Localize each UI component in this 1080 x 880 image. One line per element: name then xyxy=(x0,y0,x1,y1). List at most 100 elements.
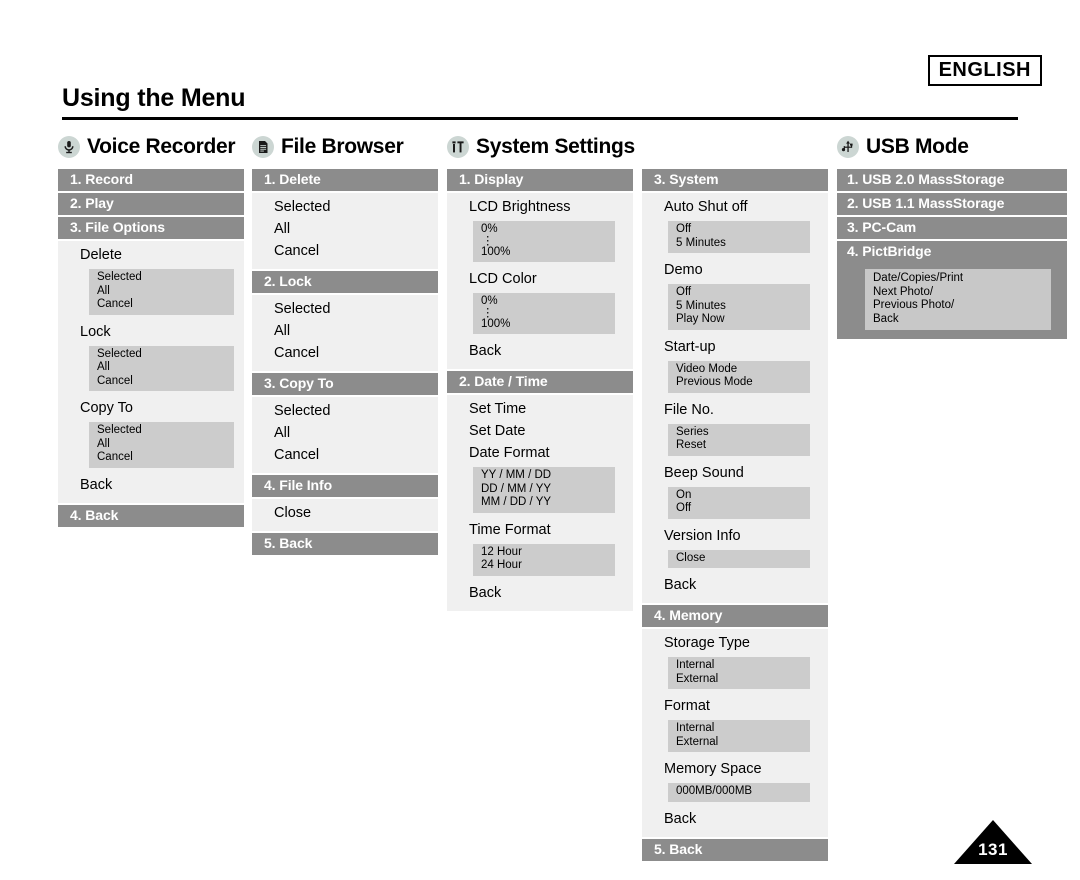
sub-option[interactable]: Selected xyxy=(89,348,234,362)
sub-option[interactable]: MM / DD / YY xyxy=(473,496,615,510)
sub-option[interactable]: Cancel xyxy=(89,451,234,465)
menu-option[interactable]: Back xyxy=(447,583,633,605)
sub-option[interactable]: Cancel xyxy=(89,298,234,312)
menu-section: 3. PC-Cam xyxy=(837,217,1067,241)
section-header[interactable]: 1. Delete xyxy=(252,169,438,193)
sub-option[interactable]: 5 Minutes xyxy=(668,237,810,251)
sub-option[interactable]: 24 Hour xyxy=(473,559,615,573)
menu-option[interactable]: Start-up xyxy=(642,337,828,359)
sub-option[interactable]: 100% xyxy=(473,318,615,332)
menu-option[interactable]: Back xyxy=(58,475,244,497)
menu-option[interactable]: Back xyxy=(447,341,633,363)
sub-option-box: Off 5 Minutes xyxy=(668,221,810,253)
section-body: Delete Selected All Cancel Lock Selected… xyxy=(58,241,244,505)
section-header[interactable]: 5. Back xyxy=(252,533,438,557)
section-header[interactable]: 3. System xyxy=(642,169,828,193)
sub-option[interactable]: Reset xyxy=(668,439,810,453)
menu-option[interactable]: Set Time xyxy=(447,399,633,421)
section-header[interactable]: 2. Play xyxy=(58,193,244,217)
sub-option-box: On Off xyxy=(668,486,810,519)
menu-option[interactable]: Delete xyxy=(58,245,244,267)
microphone-icon xyxy=(58,136,80,158)
section-header[interactable]: 4. PictBridge xyxy=(837,241,1067,263)
menu-option[interactable]: Cancel xyxy=(252,445,438,467)
menu-option[interactable]: All xyxy=(252,321,438,343)
menu-option[interactable]: Lock xyxy=(58,322,244,344)
menu-option[interactable]: Selected xyxy=(252,197,438,219)
sub-option[interactable]: Internal xyxy=(668,722,810,736)
sub-option[interactable]: Next Photo/ xyxy=(865,286,1051,300)
sub-option[interactable]: Date/Copies/Print xyxy=(865,272,1051,286)
menu-option[interactable]: LCD Brightness xyxy=(447,197,633,219)
section-header[interactable]: 3. PC-Cam xyxy=(837,217,1067,241)
sub-option[interactable]: All xyxy=(89,361,234,375)
sub-option[interactable]: YY / MM / DD xyxy=(473,469,615,483)
sub-option[interactable]: External xyxy=(668,736,810,750)
sub-option[interactable]: 0% xyxy=(473,295,615,309)
menu-option[interactable]: Selected xyxy=(252,401,438,423)
menu-option[interactable]: Set Date xyxy=(447,421,633,443)
sub-option-box: Selected All Cancel xyxy=(89,422,234,468)
menu-option[interactable]: Close xyxy=(252,503,438,525)
sub-option[interactable]: 0% xyxy=(473,223,615,237)
sub-option-ellipsis: ⋮ xyxy=(482,306,494,319)
sub-option[interactable]: 000MB/000MB xyxy=(668,785,810,799)
section-header[interactable]: 1. Display xyxy=(447,169,633,193)
section-header[interactable]: 4. Back xyxy=(58,504,244,529)
section-header[interactable]: 4. File Info xyxy=(252,475,438,499)
sub-option[interactable]: Play Now xyxy=(668,313,810,327)
sub-option[interactable]: All xyxy=(89,438,234,452)
menu-option[interactable]: Selected xyxy=(252,299,438,321)
section-header[interactable]: 2. USB 1.1 MassStorage xyxy=(837,193,1067,217)
section-header[interactable]: 2. Lock xyxy=(252,271,438,295)
menu-option[interactable]: All xyxy=(252,219,438,241)
section-header[interactable]: 1. Record xyxy=(58,169,244,193)
sub-option[interactable]: Video Mode xyxy=(668,363,810,377)
sub-option[interactable]: All xyxy=(89,285,234,299)
sub-option[interactable]: Selected xyxy=(89,424,234,438)
menu-option[interactable]: LCD Color xyxy=(447,269,633,291)
section-header[interactable]: 2. Date / Time xyxy=(447,371,633,395)
sub-option[interactable]: DD / MM / YY xyxy=(473,483,615,497)
menu-option[interactable]: Auto Shut off xyxy=(642,197,828,219)
sub-option[interactable]: Series xyxy=(668,426,810,440)
menu-section: 1. Display LCD Brightness 0% ⋮ 100% LCD … xyxy=(447,169,633,371)
sub-option[interactable]: 5 Minutes xyxy=(668,300,810,314)
section-header[interactable]: 4. Memory xyxy=(642,605,828,629)
menu-option[interactable]: Time Format xyxy=(447,520,633,542)
menu-option[interactable]: Storage Type xyxy=(642,633,828,655)
menu-option[interactable]: Cancel xyxy=(252,343,438,365)
section-header[interactable]: 1. USB 2.0 MassStorage xyxy=(837,169,1067,193)
menu-option[interactable]: Back xyxy=(642,809,828,831)
sub-option[interactable]: Previous Mode xyxy=(668,376,810,390)
sub-option[interactable]: 100% xyxy=(473,246,615,260)
page-number: 131 xyxy=(978,840,1008,859)
sub-option[interactable]: Previous Photo/ xyxy=(865,299,1051,313)
menu-option[interactable]: Beep Sound xyxy=(642,463,828,485)
sub-option[interactable]: Back xyxy=(865,313,1051,327)
sub-option[interactable]: Off xyxy=(668,502,810,516)
section-body: Selected All Cancel xyxy=(252,397,438,475)
menu-option[interactable]: Memory Space xyxy=(642,759,828,781)
menu-option[interactable]: Back xyxy=(642,575,828,597)
menu-option[interactable]: All xyxy=(252,423,438,445)
menu-option[interactable]: Format xyxy=(642,696,828,718)
sub-option[interactable]: Off xyxy=(668,286,810,300)
sub-option[interactable]: Selected xyxy=(89,271,234,285)
menu-option[interactable]: Copy To xyxy=(58,398,244,420)
sub-option[interactable]: Cancel xyxy=(89,375,234,389)
menu-option[interactable]: File No. xyxy=(642,400,828,422)
sub-option[interactable]: Close xyxy=(668,552,810,566)
section-header[interactable]: 5. Back xyxy=(642,838,828,863)
sub-option[interactable]: 12 Hour xyxy=(473,546,615,560)
section-header[interactable]: 3. Copy To xyxy=(252,373,438,397)
menu-option[interactable]: Cancel xyxy=(252,241,438,263)
sub-option[interactable]: On xyxy=(668,489,810,503)
menu-option[interactable]: Demo xyxy=(642,260,828,282)
sub-option[interactable]: External xyxy=(668,673,810,687)
sub-option[interactable]: Internal xyxy=(668,659,810,673)
menu-option[interactable]: Version Info xyxy=(642,526,828,548)
menu-option[interactable]: Date Format xyxy=(447,443,633,465)
sub-option[interactable]: Off xyxy=(668,223,810,237)
section-header[interactable]: 3. File Options xyxy=(58,217,244,241)
